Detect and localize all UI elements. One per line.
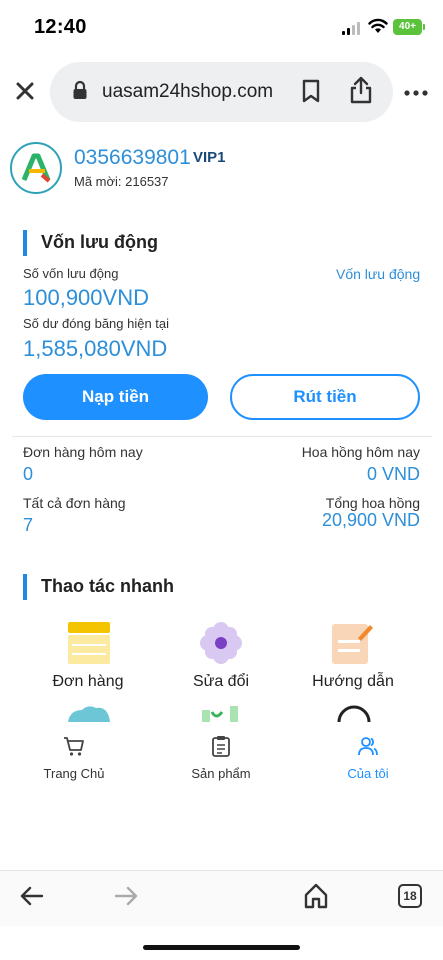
divider <box>12 436 432 437</box>
battery-icon: 40+ <box>393 19 425 35</box>
clipboard-icon <box>212 736 230 757</box>
capital-value: 100,900VND <box>23 285 149 310</box>
cart-icon <box>64 737 84 756</box>
nav-label: Của tôi <box>347 766 389 781</box>
section-title-quick-actions: Thao tác nhanh <box>23 574 174 600</box>
all-orders-value: 7 <box>23 515 34 535</box>
tabs-count-button[interactable]: 18 <box>398 884 422 908</box>
orders-today-label: Đơn hàng hôm nay <box>23 444 143 460</box>
all-orders-label: Tất cả đơn hàng <box>23 495 126 511</box>
bookmark-icon[interactable] <box>300 79 322 103</box>
nav-products[interactable]: Sản phẩm <box>161 735 281 781</box>
commission-today-value: 0 VND <box>366 464 420 484</box>
avatar <box>10 142 62 194</box>
lock-icon <box>73 80 87 99</box>
nav-home[interactable]: Trang Chủ <box>14 735 134 781</box>
frozen-balance-value: 1,585,080VND <box>23 336 168 361</box>
share-icon[interactable] <box>349 76 373 104</box>
nav-label: Trang Chủ <box>43 766 105 781</box>
forward-arrow-icon[interactable] <box>114 885 138 907</box>
back-arrow-icon[interactable] <box>20 885 44 907</box>
home-icon[interactable] <box>304 883 328 909</box>
quick-action-label: Đơn hàng <box>52 673 124 690</box>
guide-note-icon <box>332 624 373 664</box>
nav-label: Sản phẩm <box>191 766 251 781</box>
withdraw-button[interactable]: Rút tiền <box>230 374 420 420</box>
users-icon <box>358 737 378 756</box>
user-phone: 0356639801 <box>74 146 191 169</box>
status-bar: 12:40 40+ <box>0 0 443 56</box>
frozen-balance-label: Số dư đóng băng hiện tại <box>23 316 170 331</box>
nav-my-account[interactable]: Của tôi <box>308 735 428 781</box>
section-title-capital: Vốn lưu động <box>23 230 158 256</box>
capital-link[interactable]: Vốn lưu động <box>336 266 420 282</box>
total-commission-value: 20,900 VND <box>321 510 420 530</box>
url-text[interactable]: uasam24hshop.com <box>102 81 273 103</box>
address-bar[interactable]: uasam24hshop.com <box>50 62 393 122</box>
headset-icon <box>337 705 371 722</box>
home-indicator <box>143 945 300 950</box>
orders-today-value: 0 <box>23 464 34 484</box>
order-list-icon <box>68 622 110 664</box>
browser-toolbar <box>0 870 443 926</box>
status-time: 12:40 <box>34 16 87 38</box>
flower-settings-icon <box>200 622 242 664</box>
total-commission-label: Tổng hoa hồng <box>325 495 420 511</box>
app-logo-icon <box>21 153 51 183</box>
invite-code: Mã mời: 216537 <box>74 174 169 189</box>
vip-badge: VIP1 <box>193 149 226 166</box>
signal-icon <box>342 21 362 35</box>
commission-today-label: Hoa hồng hôm nay <box>301 444 420 460</box>
quick-action-label: Sửa đổi <box>192 673 250 690</box>
deposit-button[interactable]: Nạp tiền <box>23 374 208 420</box>
cloud-icon <box>68 706 110 722</box>
quick-action-label: Hướng dẫn <box>312 673 394 690</box>
capital-label: Số vốn lưu động <box>23 266 119 281</box>
close-icon[interactable] <box>12 78 38 104</box>
more-options-icon[interactable] <box>404 89 428 97</box>
wifi-icon <box>368 18 388 33</box>
browser-address-row: uasam24hshop.com <box>0 62 443 122</box>
chart-smile-icon <box>202 706 238 722</box>
